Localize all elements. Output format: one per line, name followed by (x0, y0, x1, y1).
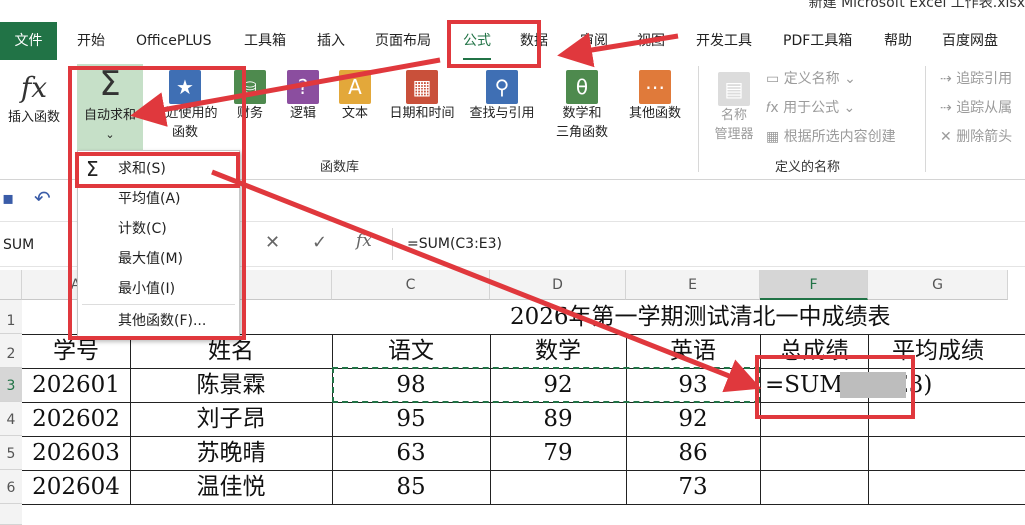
arrow-to-formulas-tab (557, 32, 679, 68)
annotation-arrows (130, 32, 762, 393)
excel-window: 新建 Microsoft Excel 工作表.xlsx 文件 开始 Office… (0, 0, 1025, 525)
arrow-to-autosum (130, 57, 441, 127)
arrow-to-formula-cell (211, 169, 762, 393)
